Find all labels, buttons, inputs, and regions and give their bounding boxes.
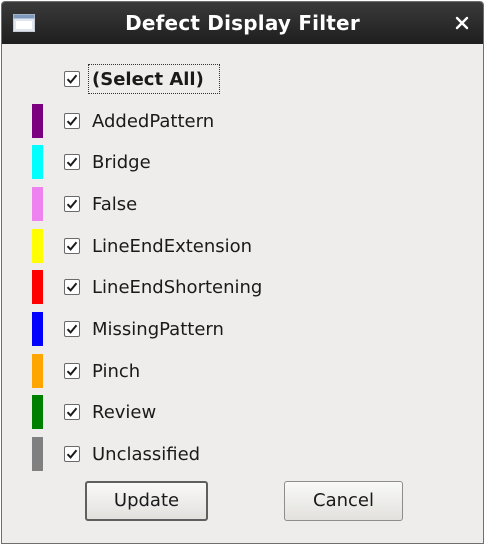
title-bar[interactable]: Defect Display Filter (2, 2, 483, 44)
pinch-checkbox[interactable] (64, 363, 80, 379)
missing-pattern-label[interactable]: MissingPattern (92, 319, 224, 340)
line-end-extension-checkbox[interactable] (64, 238, 80, 254)
check-icon (66, 449, 78, 459)
color-swatch (32, 187, 43, 221)
cancel-button[interactable]: Cancel (284, 481, 403, 521)
select-all-checkbox[interactable] (64, 71, 80, 87)
unclassified-checkbox[interactable] (64, 446, 80, 462)
false-label[interactable]: False (92, 194, 137, 215)
filter-item-line-end-extension: LineEndExtension (2, 229, 483, 263)
color-swatch (32, 395, 43, 429)
filter-item-bridge: Bridge (2, 145, 483, 179)
check-icon (66, 74, 78, 84)
check-icon (66, 324, 78, 334)
filter-item-pinch: Pinch (2, 354, 483, 388)
line-end-extension-label[interactable]: LineEndExtension (92, 236, 252, 257)
added-pattern-label[interactable]: AddedPattern (92, 111, 214, 132)
color-swatch (32, 104, 43, 138)
bridge-label[interactable]: Bridge (92, 152, 151, 173)
color-swatch (32, 437, 43, 471)
filter-list: (Select All) AddedPattern Bridge False L… (2, 44, 483, 543)
color-swatch (32, 229, 43, 263)
false-checkbox[interactable] (64, 196, 80, 212)
filter-item-missing-pattern: MissingPattern (2, 312, 483, 346)
color-swatch (32, 145, 43, 179)
color-swatch (32, 270, 43, 304)
check-icon (66, 116, 78, 126)
update-button[interactable]: Update (85, 481, 208, 521)
filter-item-unclassified: Unclassified (2, 437, 483, 471)
window-title: Defect Display Filter (125, 11, 360, 35)
filter-item-review: Review (2, 395, 483, 429)
select-all-row: (Select All) (2, 62, 483, 96)
pinch-label[interactable]: Pinch (92, 361, 140, 382)
line-end-shortening-checkbox[interactable] (64, 279, 80, 295)
missing-pattern-checkbox[interactable] (64, 321, 80, 337)
defect-display-filter-dialog: Defect Display Filter (Select All) Added… (1, 1, 484, 544)
filter-item-false: False (2, 187, 483, 221)
filter-item-line-end-shortening: LineEndShortening (2, 270, 483, 304)
color-swatch (32, 354, 43, 388)
check-icon (66, 407, 78, 417)
review-checkbox[interactable] (64, 404, 80, 420)
check-icon (66, 366, 78, 376)
bridge-checkbox[interactable] (64, 154, 80, 170)
check-icon (66, 241, 78, 251)
filter-item-added-pattern: AddedPattern (2, 104, 483, 138)
select-all-label[interactable]: (Select All) (92, 69, 204, 90)
line-end-shortening-label[interactable]: LineEndShortening (92, 277, 262, 298)
unclassified-label[interactable]: Unclassified (92, 444, 200, 465)
check-icon (66, 199, 78, 209)
color-swatch (32, 312, 43, 346)
check-icon (66, 157, 78, 167)
close-icon[interactable] (453, 14, 471, 32)
added-pattern-checkbox[interactable] (64, 113, 80, 129)
review-label[interactable]: Review (92, 402, 156, 423)
check-icon (66, 282, 78, 292)
